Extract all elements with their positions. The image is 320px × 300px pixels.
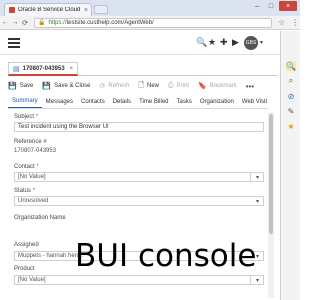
product-select[interactable]: [No Value] ▾ [14, 275, 264, 285]
star-icon[interactable]: ★ [286, 121, 296, 131]
forward-arrow-icon[interactable]: → [10, 19, 20, 26]
organization-name-label: Organization Name [14, 215, 66, 221]
form-scrollbar[interactable] [268, 112, 274, 298]
add-plus-icon[interactable]: ✚ [220, 37, 228, 48]
bookmark-icon: 🔖 [197, 83, 207, 90]
subject-field[interactable]: Test incident using the Browser UI [14, 122, 264, 132]
browser-address-bar: ← → ⟳ 🔒 https:// testsite.custhelp.com/A… [0, 16, 300, 30]
reference-value: 170807-043953 [14, 148, 57, 154]
reference-label: Reference # [14, 139, 47, 145]
status-select[interactable]: Unresolved ▾ [14, 196, 264, 206]
tab-details[interactable]: Details [109, 96, 135, 108]
contact-chevron-down-icon[interactable]: ▾ [256, 174, 259, 181]
print-label: Print [176, 83, 189, 89]
contact-select[interactable]: [No Value] ▾ [14, 172, 264, 182]
incident-document-icon: ▤ [13, 65, 20, 73]
status-select-value: Unresolved [18, 198, 49, 204]
hamburger-menu-icon[interactable] [8, 38, 20, 48]
search-icon[interactable]: 🔍 [196, 37, 207, 48]
link-icon[interactable]: ✎ [286, 106, 296, 116]
bookmark-star-icon[interactable]: ☆ [278, 18, 285, 27]
save-disk-icon: 💾 [8, 83, 17, 90]
url-input[interactable]: 🔒 https:// testsite.custhelp.com/AgentWe… [34, 17, 272, 28]
tag-icon[interactable]: ⊘ [286, 91, 296, 101]
reload-icon[interactable]: ⟳ [20, 19, 30, 27]
browser-menu-icon[interactable]: ⋮ [291, 18, 299, 27]
window-minimize-button[interactable]: – [250, 1, 264, 11]
tab-messages[interactable]: Messages [42, 96, 77, 108]
oracle-favicon-icon [9, 7, 15, 13]
printer-icon: ⎙ [168, 82, 174, 89]
magnifier-icon[interactable]: 🔍 [286, 61, 296, 71]
overlay-caption: BUI console [75, 238, 257, 274]
save-button[interactable]: 💾 Save [8, 82, 33, 90]
bookmark-label: Bookmark [209, 83, 237, 89]
browser-tab-title: Oracle B Service Cloud [18, 7, 81, 13]
browser-tab[interactable]: Oracle B Service Cloud × [4, 3, 92, 16]
incident-record-tab[interactable]: ▤ 170807-043953 × [8, 62, 78, 76]
incident-record-id: 170807-043953 [22, 65, 65, 72]
refresh-label: Refresh [108, 83, 130, 89]
window-maximize-button[interactable]: □ [264, 1, 278, 11]
product-select-value: [No Value] [18, 277, 46, 283]
assigned-chevron-down-icon: ▾ [255, 254, 259, 260]
product-label: Product [14, 266, 35, 272]
subject-label: Subject * [14, 114, 39, 120]
save-button-label: Save [19, 83, 34, 89]
window-close-button[interactable]: × [279, 1, 297, 11]
tab-contacts[interactable]: Contacts [77, 96, 109, 108]
browser-tab-strip: Oracle B Service Cloud × – □ × [0, 0, 300, 16]
tab-web-visit[interactable]: Web Visit [238, 96, 268, 108]
product-chevron-down-icon[interactable]: ▾ [256, 277, 259, 284]
tab-summary[interactable]: Summary [8, 96, 42, 108]
browser-tab-close-icon[interactable]: × [84, 7, 88, 14]
refresh-icon: ⟳ [99, 83, 106, 90]
save-close-disk-icon: 💾 [42, 83, 52, 90]
form-scroll-thumb[interactable] [269, 114, 273, 234]
extension-side-panel: 🔍 ⌕ ⊘ ✎ ★ [280, 31, 300, 300]
contact-label: Contact * [14, 164, 39, 170]
record-tab-bar: ▤ 170807-043953 × [8, 62, 278, 76]
search-icon[interactable]: ⌕ [286, 76, 296, 86]
save-and-close-button[interactable]: 💾 Save & Close [42, 82, 90, 90]
assigned-select-value: Muppets - hannah hen... [18, 253, 84, 259]
contact-select-value: [No Value] [18, 174, 46, 180]
lock-icon: 🔒 [38, 20, 46, 26]
record-toolbar: 💾 Save 💾 Save & Close ⟳ Refresh 🗋 New ⎙ … [8, 80, 268, 92]
url-path: testsite.custhelp.com/AgentWeb/ [66, 19, 154, 26]
tools-icon[interactable]: ▶ [232, 37, 239, 48]
refresh-button[interactable]: ⟳ Refresh [99, 82, 129, 90]
app-header: 🔍 ★ ✚ ▶ GBS ▾ [0, 31, 280, 55]
assigned-label: Assigned [14, 242, 39, 248]
new-label: New [147, 83, 160, 89]
print-button[interactable]: ⎙ Print [168, 82, 189, 90]
user-avatar[interactable]: GBS [244, 36, 258, 50]
record-tab-close-icon[interactable]: × [69, 66, 73, 72]
status-chevron-down-icon: ▾ [255, 199, 259, 205]
bookmark-button[interactable]: 🔖 Bookmark [198, 82, 237, 90]
tab-tasks[interactable]: Tasks [173, 96, 196, 108]
favorites-star-icon[interactable]: ★ [208, 37, 216, 48]
more-actions-icon[interactable]: ••• [246, 82, 254, 91]
status-label: Status * [14, 188, 36, 194]
tab-organization[interactable]: Organization [196, 96, 238, 108]
record-subtabs: Summary Messages Contacts Details Time B… [8, 96, 268, 109]
tab-time-billed[interactable]: Time Billed [135, 96, 172, 108]
new-button[interactable]: 🗋 New [138, 81, 159, 92]
back-arrow-icon[interactable]: ← [0, 19, 10, 26]
new-document-icon: 🗋 [138, 81, 145, 89]
new-tab-button[interactable] [94, 5, 108, 14]
user-menu-chevron-down-icon[interactable]: ▾ [260, 39, 263, 46]
url-scheme: https:// [48, 19, 67, 26]
save-and-close-label: Save & Close [54, 83, 91, 89]
